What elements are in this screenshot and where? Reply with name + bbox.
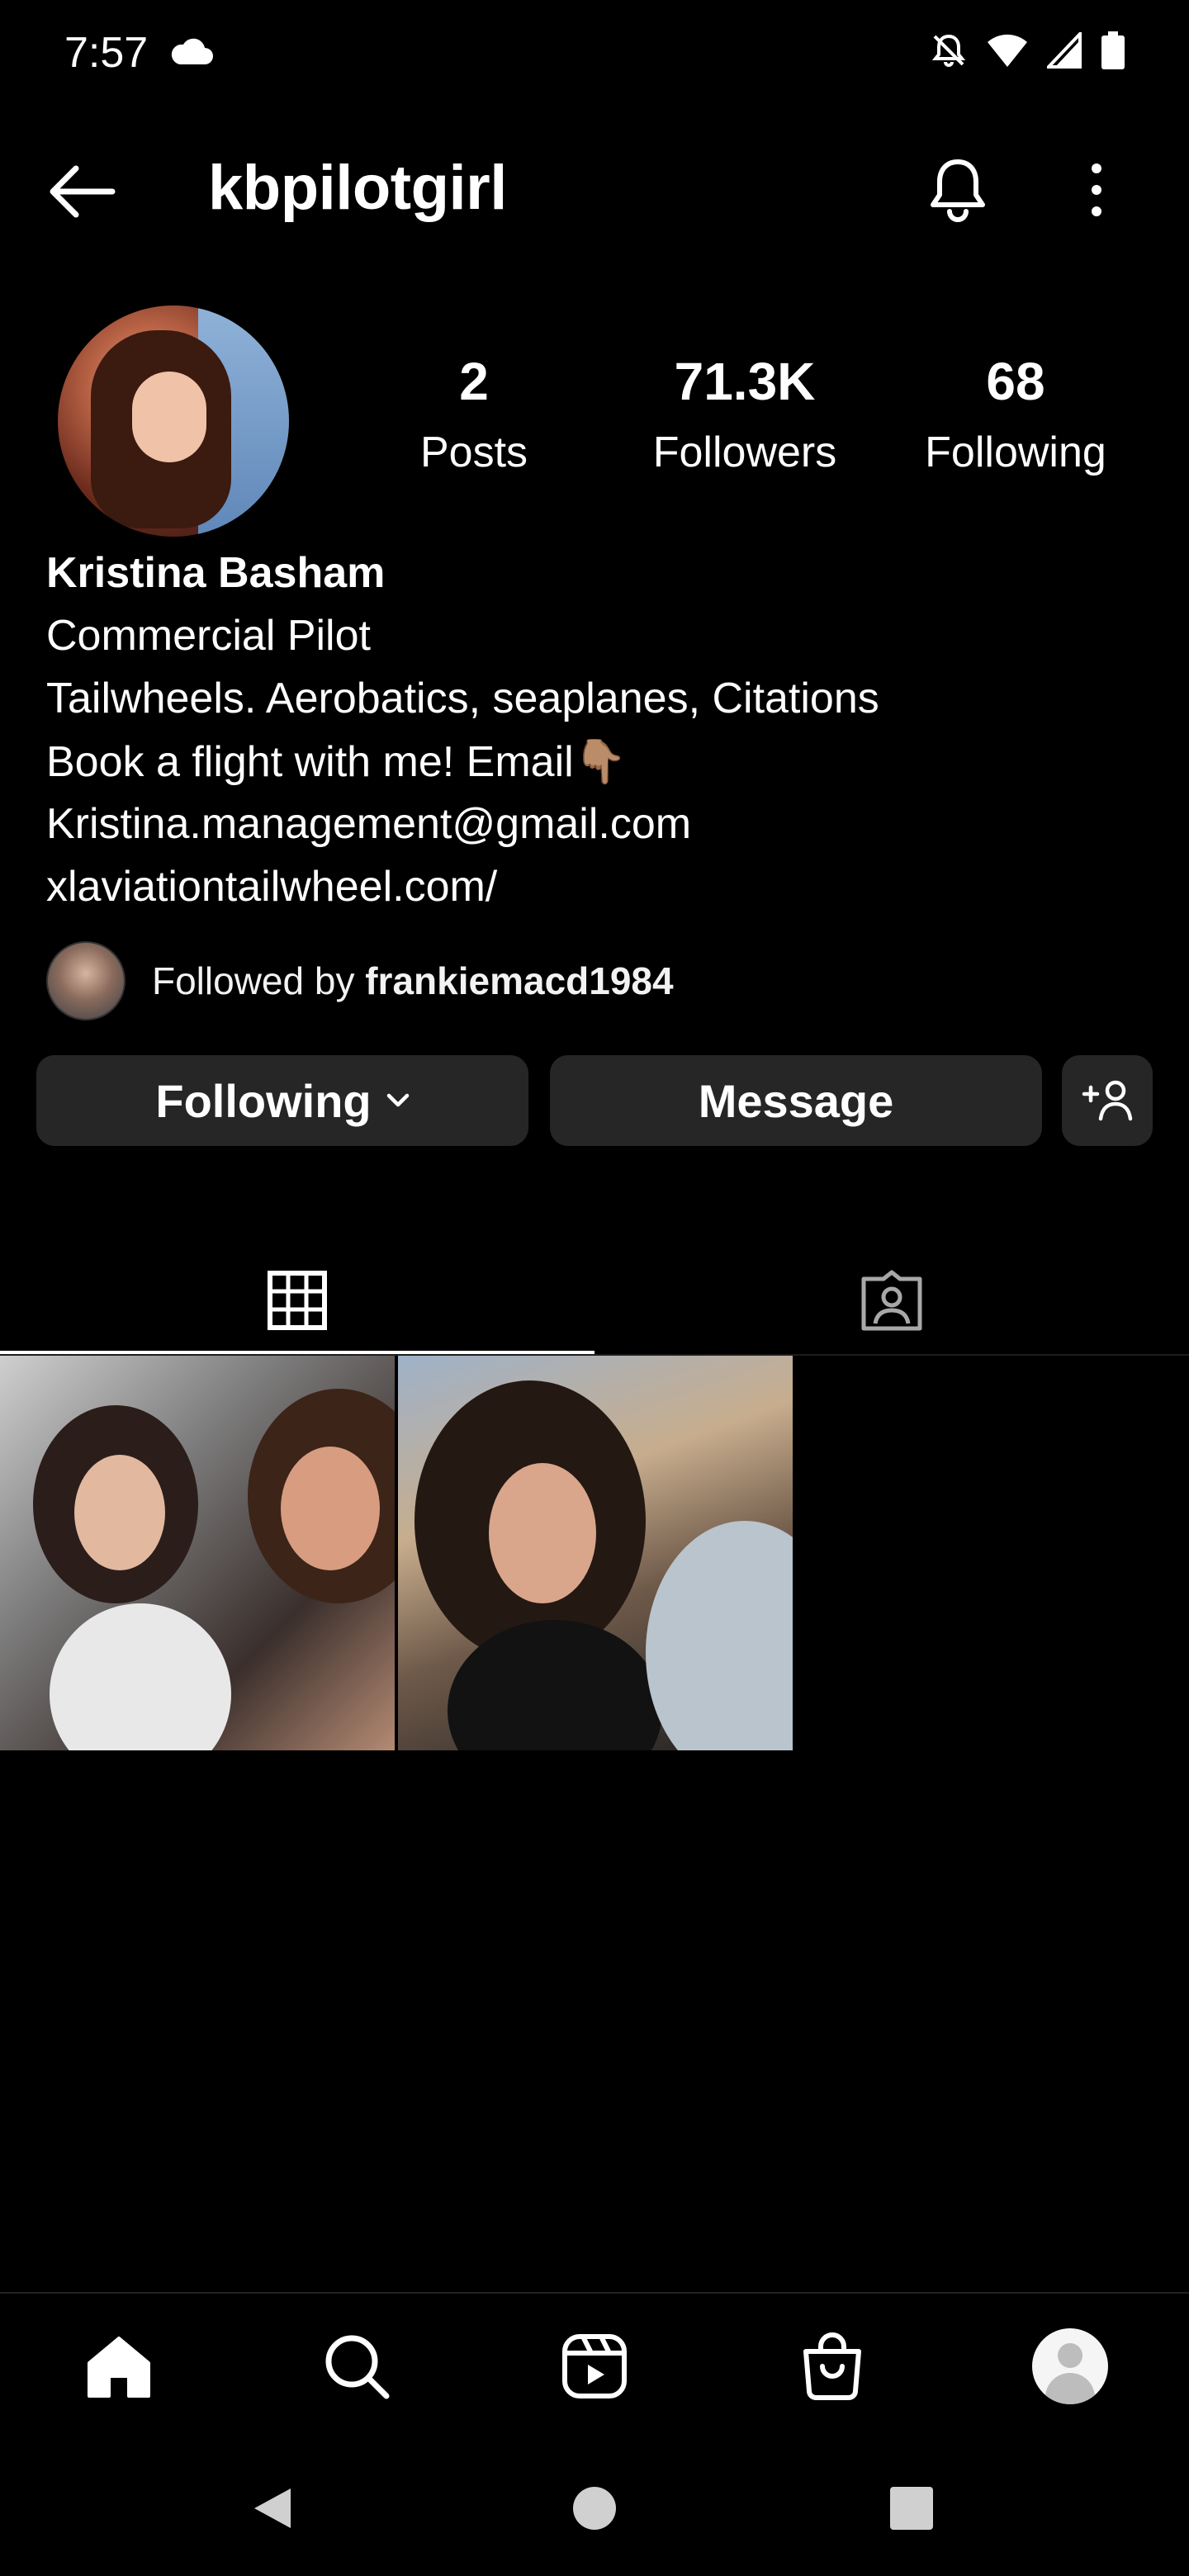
- bio-line: Commercial Pilot: [46, 612, 371, 660]
- stat-followers[interactable]: 71.3K Followers: [637, 355, 852, 477]
- message-button[interactable]: Message: [550, 1055, 1042, 1146]
- grid-icon: [268, 1271, 327, 1330]
- cloud-icon: [171, 38, 213, 64]
- stat-following-label: Following: [925, 429, 1106, 476]
- tagged-icon: [861, 1270, 922, 1331]
- system-back-icon[interactable]: [249, 2485, 296, 2531]
- following-button[interactable]: Following: [36, 1055, 528, 1146]
- reels-icon: [562, 2334, 627, 2398]
- followed-by-prefix: Followed by: [152, 959, 366, 1002]
- system-recents-icon[interactable]: [888, 2485, 935, 2531]
- cell-signal-icon: [1047, 32, 1082, 69]
- add-user-icon: [1082, 1080, 1133, 1121]
- system-home-icon[interactable]: [571, 2485, 618, 2531]
- tab-posts-grid[interactable]: [0, 1247, 594, 1354]
- status-icons: [930, 31, 1125, 69]
- bio-line: Book a flight with me! Email👇🏽: [46, 738, 628, 786]
- search-icon: [325, 2335, 390, 2399]
- stat-posts-value: 2: [459, 352, 489, 411]
- bio-line: Tailwheels. Aerobatics, seaplanes, Citat…: [46, 675, 879, 722]
- stat-followers-value: 71.3K: [674, 352, 816, 411]
- stat-followers-label: Followers: [652, 429, 837, 476]
- stat-following-value: 68: [986, 352, 1045, 411]
- followed-by-user: frankiemacd1984: [365, 959, 674, 1002]
- home-icon: [88, 2337, 150, 2398]
- nav-search[interactable]: [317, 2327, 396, 2406]
- nav-home[interactable]: [79, 2327, 159, 2406]
- profile-avatar-icon: [1032, 2328, 1108, 2404]
- battery-icon: [1101, 31, 1125, 69]
- wifi-icon: [988, 34, 1027, 67]
- follower-avatar: [46, 941, 126, 1020]
- followed-by[interactable]: Followed by frankiemacd1984: [46, 941, 674, 1020]
- followed-by-text: Followed by frankiemacd1984: [152, 959, 674, 1003]
- profile-avatar[interactable]: [58, 305, 289, 537]
- notifications-off-icon: [931, 34, 966, 67]
- bell-icon[interactable]: [926, 157, 989, 223]
- nav-shop[interactable]: [793, 2327, 872, 2406]
- nav-profile[interactable]: [1030, 2327, 1110, 2406]
- stat-posts[interactable]: 2 Posts: [367, 355, 581, 477]
- tab-tagged[interactable]: [594, 1247, 1189, 1354]
- more-options-icon[interactable]: [1082, 160, 1111, 220]
- add-user-button[interactable]: [1062, 1055, 1153, 1146]
- bottom-navigation: [0, 2292, 1189, 2439]
- post-thumbnail[interactable]: [0, 1356, 395, 1750]
- page-title: kbpilotgirl: [208, 153, 507, 223]
- profile-name: Kristina Basham: [46, 549, 386, 597]
- bio-line[interactable]: Kristina.management@gmail.com: [46, 799, 691, 849]
- nav-reels[interactable]: [555, 2327, 634, 2406]
- status-time: 7:57: [64, 29, 149, 77]
- stat-posts-label: Posts: [419, 429, 528, 476]
- stat-following[interactable]: 68 Following: [908, 355, 1123, 477]
- system-navigation: [0, 2437, 1189, 2576]
- bio-website-link[interactable]: xlaviationtailwheel.com/: [46, 862, 497, 912]
- post-thumbnail[interactable]: [398, 1356, 793, 1750]
- back-arrow-icon[interactable]: [46, 162, 116, 221]
- chevron-down-icon: [386, 1093, 409, 1107]
- shop-icon: [803, 2332, 861, 2400]
- following-button-label: Following: [155, 1074, 372, 1127]
